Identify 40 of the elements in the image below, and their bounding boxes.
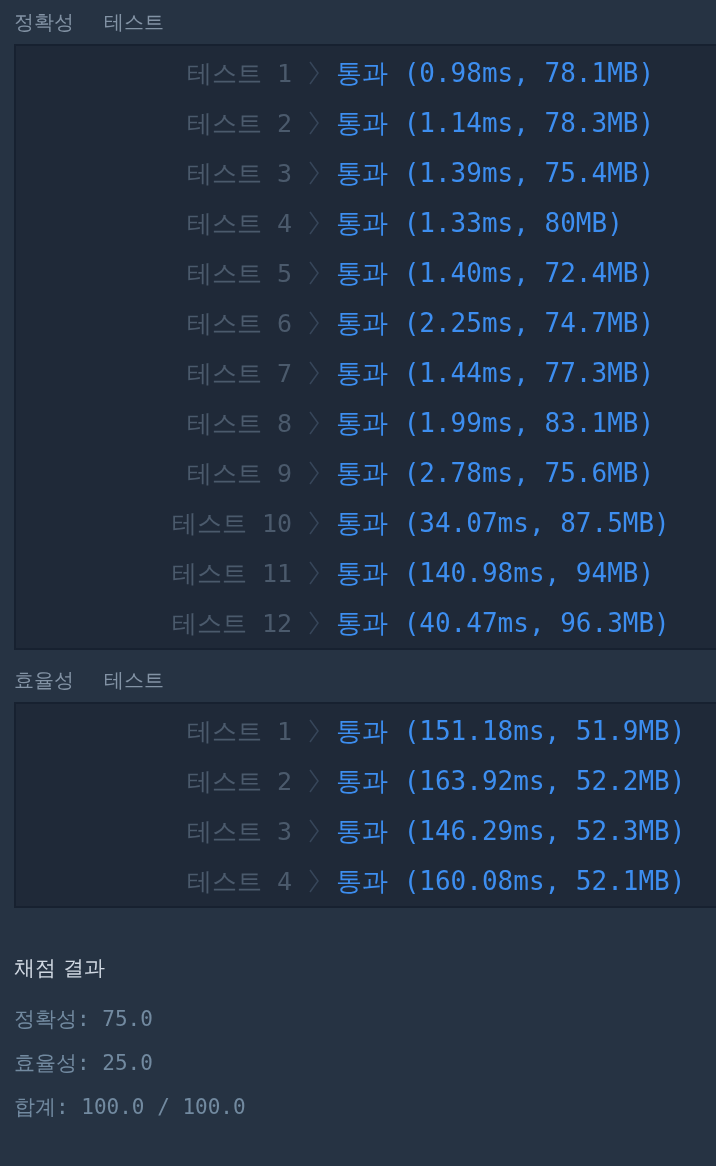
chevron-icon [308,869,320,893]
chevron-icon [308,361,320,385]
section-heading: 효율성 [14,667,74,694]
test-result: 통과 (160.08ms, 52.1MB) [336,864,687,898]
chevron-icon [308,411,320,435]
chevron-icon [308,819,320,843]
summary-title: 채점 결과 [14,955,105,982]
chevron-icon [308,111,320,135]
chevron-icon [308,719,320,743]
test-result: 통과 (140.98ms, 94MB) [336,556,656,590]
test-result: 통과 (0.98ms, 78.1MB) [336,56,656,90]
test-result: 통과 (151.18ms, 51.9MB) [336,714,687,748]
chevron-icon [308,561,320,585]
chevron-icon [308,311,320,335]
test-result: 통과 (40.47ms, 96.3MB) [336,606,671,640]
chevron-icon [308,461,320,485]
test-result: 통과 (2.78ms, 75.6MB) [336,456,656,490]
chevron-icon [308,511,320,535]
test-result: 통과 (2.25ms, 74.7MB) [336,306,656,340]
test-result: 통과 (1.99ms, 83.1MB) [336,406,656,440]
score-line: 효율성: 25.0 [14,1050,153,1077]
test-result: 통과 (34.07ms, 87.5MB) [336,506,671,540]
section-heading: 정확성 [14,9,74,36]
section-heading: 테스트 [104,9,164,36]
test-result: 통과 (163.92ms, 52.2MB) [336,764,687,798]
test-result: 통과 (1.14ms, 78.3MB) [336,106,656,140]
score-line: 정확성: 75.0 [14,1006,153,1033]
test-result: 통과 (146.29ms, 52.3MB) [336,814,687,848]
test-result: 통과 (1.40ms, 72.4MB) [336,256,656,290]
chevron-icon [308,161,320,185]
chevron-icon [308,211,320,235]
section-heading: 테스트 [104,667,164,694]
chevron-icon [308,611,320,635]
test-result: 통과 (1.44ms, 77.3MB) [336,356,656,390]
chevron-icon [308,769,320,793]
chevron-icon [308,61,320,85]
test-result: 통과 (1.33ms, 80MB) [336,206,624,240]
chevron-icon [308,261,320,285]
test-result: 통과 (1.39ms, 75.4MB) [336,156,656,190]
score-line: 합계: 100.0 / 100.0 [14,1094,246,1121]
